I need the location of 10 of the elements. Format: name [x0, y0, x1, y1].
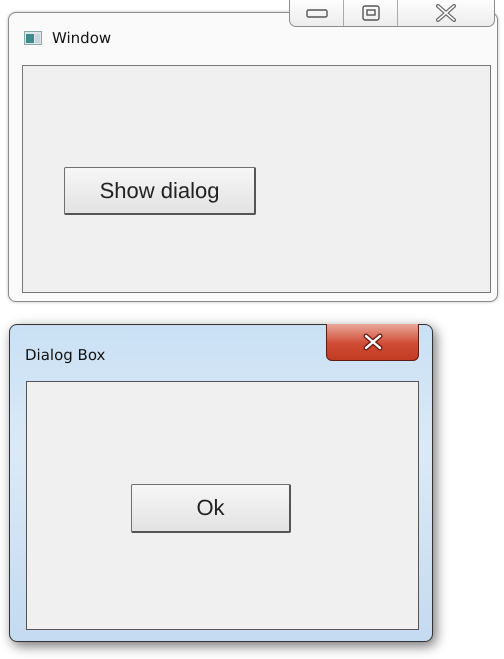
close-button[interactable] [326, 324, 419, 361]
minimize-icon [306, 8, 328, 18]
close-icon [362, 333, 384, 351]
window-title: Window [52, 29, 112, 47]
app-icon [24, 31, 42, 45]
ok-button[interactable]: Ok [131, 484, 291, 533]
show-dialog-button[interactable]: Show dialog [64, 167, 256, 215]
maximize-icon [362, 5, 380, 21]
dialog-title: Dialog Box [25, 346, 106, 364]
close-icon [435, 4, 457, 22]
